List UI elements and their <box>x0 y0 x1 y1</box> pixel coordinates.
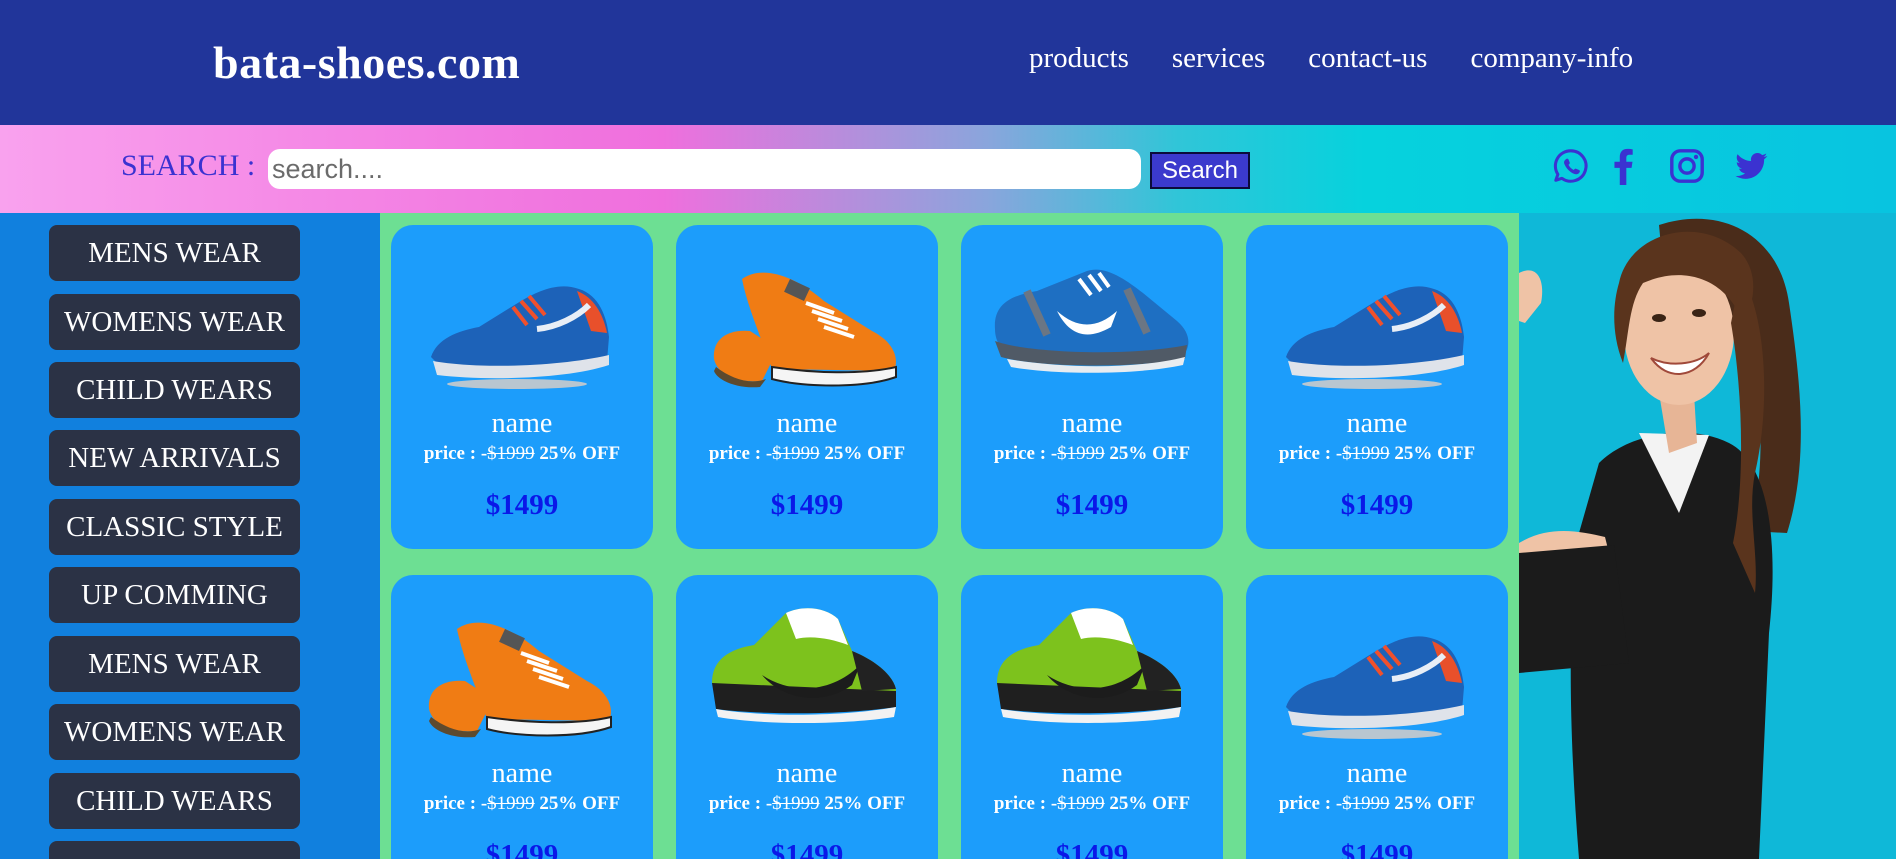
site-logo[interactable]: bata-shoes.com <box>213 36 520 89</box>
discount-label: 25% OFF <box>539 793 621 814</box>
blue-running-shoe-image <box>1286 636 1464 739</box>
product-name: name <box>1061 758 1123 789</box>
category-sidebar: MENS WEAR WOMENS WEAR CHILD WEARS NEW AR… <box>0 213 380 859</box>
sale-price: $1499 <box>770 489 844 521</box>
price-line: price : -$1999 25% OFF <box>423 793 621 814</box>
product-name: name <box>1346 408 1408 439</box>
instagram-icon[interactable] <box>1668 147 1708 187</box>
main-nav: products services contact-us company-inf… <box>1029 42 1676 75</box>
product-card[interactable]: name price : -$1999 25% OFF $1499 <box>1246 575 1508 859</box>
grey-blue-trainer-image <box>994 269 1189 373</box>
sale-price: $1499 <box>770 839 844 859</box>
sale-price: $1499 <box>1055 489 1129 521</box>
discount-label: 25% OFF <box>539 443 621 464</box>
blue-running-shoe-image <box>1286 286 1464 389</box>
product-name: name <box>776 408 838 439</box>
price-line: price : -$1999 25% OFF <box>993 443 1191 464</box>
old-price: $1999 <box>1342 443 1390 464</box>
twitter-icon[interactable] <box>1732 147 1772 187</box>
sale-price: $1499 <box>485 839 559 859</box>
green-skate-shoe-image <box>997 608 1181 723</box>
whatsapp-icon[interactable] <box>1552 147 1592 187</box>
product-card[interactable]: name price : -$1999 25% OFF $1499 <box>676 225 938 549</box>
price-line: price : -$1999 25% OFF <box>423 443 621 464</box>
search-label: SEARCH : <box>121 149 256 182</box>
category-womens-wear[interactable]: WOMENS WEAR <box>49 294 300 350</box>
social-links <box>1552 147 1772 187</box>
category-child-wears[interactable]: CHILD WEARS <box>49 362 300 418</box>
sale-price: $1499 <box>1340 839 1414 859</box>
category-up-comming[interactable]: UP COMMING <box>49 567 300 623</box>
price-line: price : -$1999 25% OFF <box>1278 443 1476 464</box>
category-new-arrivals[interactable]: NEW ARRIVALS <box>49 430 300 486</box>
sale-price: $1499 <box>1340 489 1414 521</box>
blue-running-shoe-image <box>431 286 609 389</box>
product-grid: name price : -$1999 25% OFF $1499 name p… <box>380 213 1519 859</box>
price-line: price : -$1999 25% OFF <box>708 443 906 464</box>
product-name: name <box>1346 758 1408 789</box>
old-price: $1999 <box>1342 793 1390 814</box>
nav-services[interactable]: services <box>1172 42 1265 75</box>
site-header: bata-shoes.com products services contact… <box>0 0 1896 125</box>
search-bar: SEARCH : Search <box>0 125 1896 213</box>
discount-label: 25% OFF <box>1394 443 1476 464</box>
price-line: price : -$1999 25% OFF <box>708 793 906 814</box>
product-card[interactable]: name price : -$1999 25% OFF $1499 <box>961 225 1223 549</box>
old-price: $1999 <box>1057 793 1105 814</box>
old-price: $1999 <box>772 443 820 464</box>
old-price: $1999 <box>487 793 535 814</box>
discount-label: 25% OFF <box>824 443 906 464</box>
old-price: $1999 <box>772 793 820 814</box>
sale-price: $1499 <box>1055 839 1129 859</box>
sale-price: $1499 <box>485 489 559 521</box>
old-price: $1999 <box>487 443 535 464</box>
product-name: name <box>1061 408 1123 439</box>
orange-sneaker-image <box>428 622 612 738</box>
nav-company-info[interactable]: company-info <box>1470 42 1633 75</box>
orange-sneaker-image <box>713 272 897 388</box>
discount-label: 25% OFF <box>1109 793 1191 814</box>
nav-products[interactable]: products <box>1029 42 1129 75</box>
promo-model-image <box>1519 213 1896 859</box>
search-input[interactable] <box>268 149 1141 189</box>
product-name: name <box>776 758 838 789</box>
category-mens-wear[interactable]: MENS WEAR <box>49 636 300 692</box>
product-card[interactable]: name price : -$1999 25% OFF $1499 <box>1246 225 1508 549</box>
category-child-wears[interactable]: CHILD WEARS <box>49 773 300 829</box>
category-womens-wear[interactable]: WOMENS WEAR <box>49 704 300 760</box>
product-name: name <box>491 758 553 789</box>
category-new-arrivals[interactable]: NEW ARRIVALS <box>49 841 300 859</box>
product-card[interactable]: name price : -$1999 25% OFF $1499 <box>391 575 653 859</box>
product-card[interactable]: name price : -$1999 25% OFF $1499 <box>391 225 653 549</box>
category-classic-style[interactable]: CLASSIC STYLE <box>49 499 300 555</box>
search-button[interactable]: Search <box>1150 152 1250 189</box>
price-line: price : -$1999 25% OFF <box>1278 793 1476 814</box>
nav-contact-us[interactable]: contact-us <box>1308 42 1427 75</box>
green-skate-shoe-image <box>712 608 896 723</box>
facebook-icon[interactable] <box>1611 147 1635 187</box>
product-card[interactable]: name price : -$1999 25% OFF $1499 <box>676 575 938 859</box>
category-mens-wear[interactable]: MENS WEAR <box>49 225 300 281</box>
product-name: name <box>491 408 553 439</box>
discount-label: 25% OFF <box>1109 443 1191 464</box>
price-line: price : -$1999 25% OFF <box>993 793 1191 814</box>
product-card[interactable]: name price : -$1999 25% OFF $1499 <box>961 575 1223 859</box>
old-price: $1999 <box>1057 443 1105 464</box>
discount-label: 25% OFF <box>824 793 906 814</box>
discount-label: 25% OFF <box>1394 793 1476 814</box>
